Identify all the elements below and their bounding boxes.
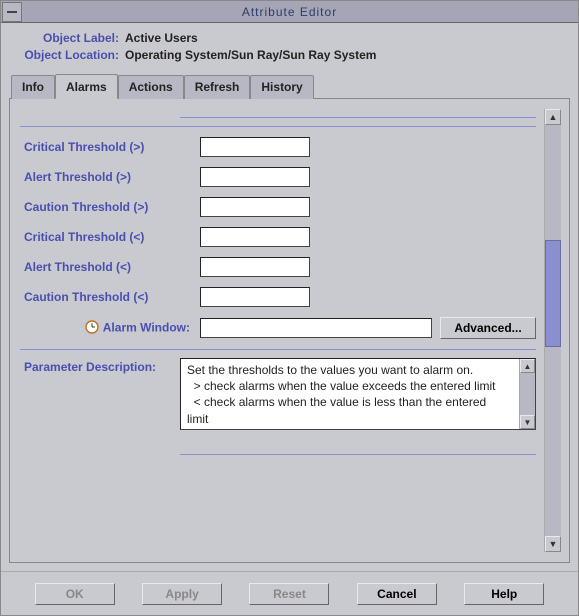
divider: [180, 454, 536, 455]
object-location-value: Operating System/Sun Ray/Sun Ray System: [125, 48, 376, 62]
parameter-description-label: Parameter Description:: [20, 358, 180, 374]
caution-lt-label: Caution Threshold (<): [20, 290, 200, 304]
divider: [20, 349, 536, 350]
tab-alarms[interactable]: Alarms: [55, 74, 118, 99]
alarm-window-input[interactable]: [200, 318, 432, 338]
description-scrollbar[interactable]: ▲ ▼: [519, 359, 535, 429]
divider: [20, 126, 536, 127]
help-button[interactable]: Help: [464, 583, 544, 605]
description-scroll-track[interactable]: [520, 373, 535, 415]
tab-panel: Critical Threshold (>) Alert Threshold (…: [9, 98, 570, 563]
apply-button[interactable]: Apply: [142, 583, 222, 605]
object-location-caption: Object Location:: [15, 48, 125, 62]
parameter-description-box: Set the thresholds to the values you wan…: [180, 358, 536, 430]
scroll-down-icon[interactable]: ▼: [520, 415, 535, 429]
scroll-down-icon[interactable]: ▼: [545, 536, 561, 552]
caution-gt-label: Caution Threshold (>): [20, 200, 200, 214]
object-label-value: Active Users: [125, 31, 198, 45]
scroll-up-icon[interactable]: ▲: [520, 359, 535, 373]
reset-button[interactable]: Reset: [249, 583, 329, 605]
alarm-window-label: Alarm Window:: [20, 320, 200, 337]
alert-lt-label: Alert Threshold (<): [20, 260, 200, 274]
object-label-caption: Object Label:: [15, 31, 125, 45]
panel-scroll-thumb[interactable]: [545, 240, 561, 347]
scroll-up-icon[interactable]: ▲: [545, 109, 561, 125]
alert-lt-input[interactable]: [200, 257, 310, 277]
tab-info[interactable]: Info: [11, 75, 55, 99]
cancel-button[interactable]: Cancel: [357, 583, 437, 605]
alert-gt-label: Alert Threshold (>): [20, 170, 200, 184]
scroll-area: Critical Threshold (>) Alert Threshold (…: [20, 109, 540, 552]
tab-history[interactable]: History: [250, 75, 313, 99]
tab-refresh[interactable]: Refresh: [184, 75, 251, 99]
critical-gt-input[interactable]: [200, 137, 310, 157]
button-bar: OK Apply Reset Cancel Help: [1, 571, 578, 615]
critical-lt-label: Critical Threshold (<): [20, 230, 200, 244]
titlebar: Attribute Editor: [1, 1, 578, 23]
alert-gt-input[interactable]: [200, 167, 310, 187]
window-title: Attribute Editor: [1, 5, 578, 19]
critical-lt-input[interactable]: [200, 227, 310, 247]
advanced-button[interactable]: Advanced...: [440, 317, 536, 339]
critical-gt-label: Critical Threshold (>): [20, 140, 200, 154]
tab-actions[interactable]: Actions: [118, 75, 184, 99]
parameter-description-text: Set the thresholds to the values you wan…: [181, 359, 519, 429]
caution-gt-input[interactable]: [200, 197, 310, 217]
divider: [180, 117, 536, 118]
attribute-editor-window: Attribute Editor Object Label: Active Us…: [0, 0, 579, 616]
header: Object Label: Active Users Object Locati…: [1, 23, 578, 75]
system-menu-button[interactable]: [2, 2, 22, 22]
tab-strip: Info Alarms Actions Refresh History: [1, 75, 578, 99]
panel-scroll-track[interactable]: [545, 125, 561, 536]
caution-lt-input[interactable]: [200, 287, 310, 307]
ok-button[interactable]: OK: [35, 583, 115, 605]
clock-icon: [85, 320, 99, 337]
panel-scrollbar[interactable]: ▲ ▼: [544, 109, 561, 552]
